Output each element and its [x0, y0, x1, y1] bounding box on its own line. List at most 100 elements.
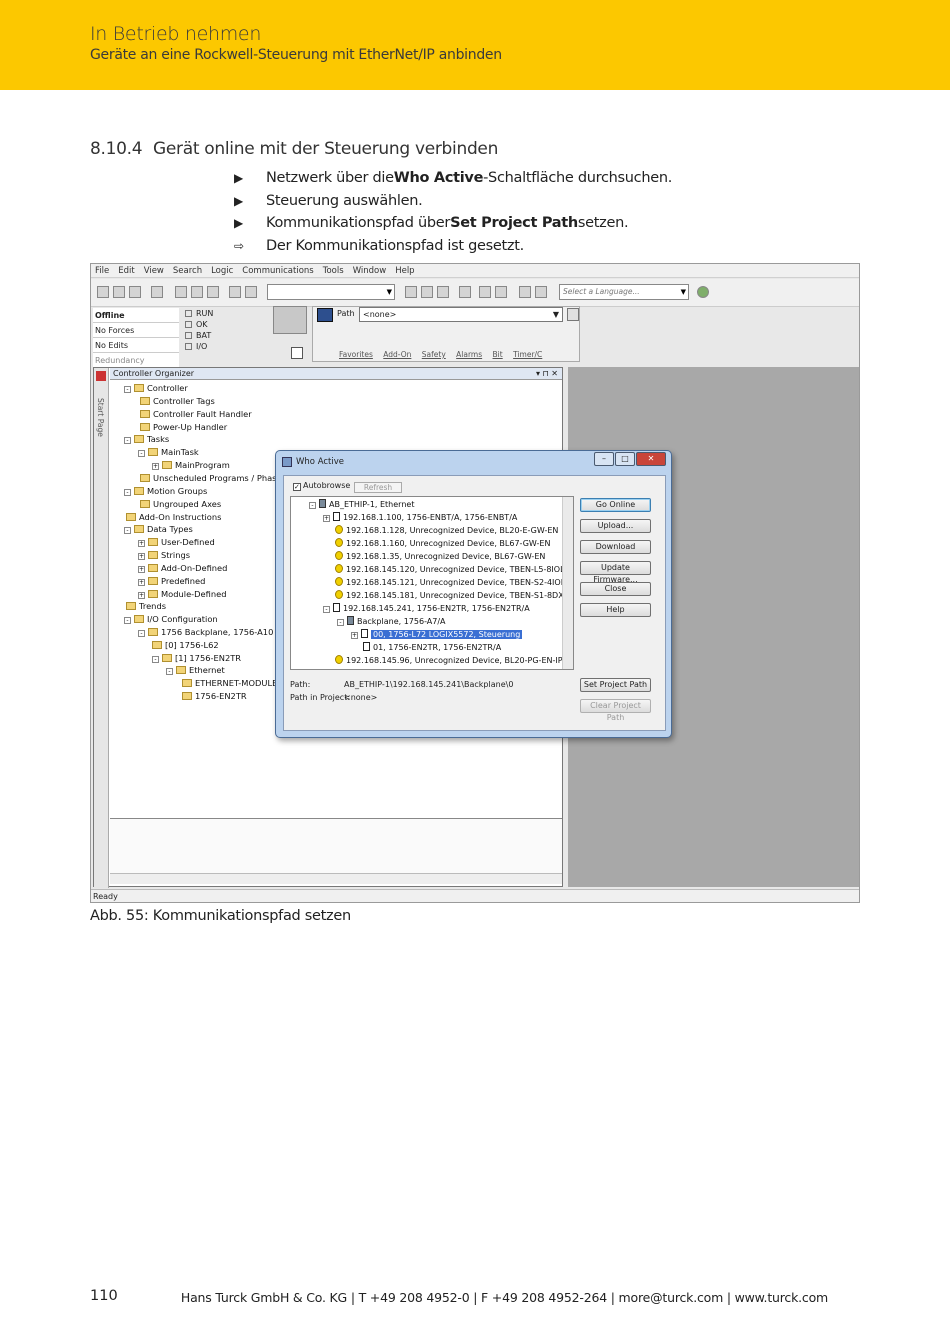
network-tree-item[interactable]: 192.168.145.96, Unrecognized Device, BL2…: [335, 655, 563, 667]
tree-item[interactable]: Power-Up Handler: [140, 421, 227, 433]
network-tree-item[interactable]: 192.168.1.35, Unrecognized Device, BL67-…: [335, 551, 545, 563]
offline-status[interactable]: Offline: [93, 308, 179, 323]
redo-icon[interactable]: [245, 286, 257, 298]
zoom-out-icon[interactable]: [535, 286, 547, 298]
tree-item[interactable]: - Data Types: [124, 523, 193, 535]
who-active-icon[interactable]: [459, 286, 471, 298]
expand-icon[interactable]: +: [323, 515, 330, 522]
browse-icon[interactable]: [437, 286, 449, 298]
menu-window[interactable]: Window: [353, 264, 387, 277]
autobrowse-checkbox[interactable]: ✓ Autobrowse: [293, 481, 350, 491]
tab-favorites[interactable]: Favorites: [339, 350, 373, 359]
collapse-icon[interactable]: -: [124, 617, 131, 624]
find-next-icon[interactable]: [421, 286, 433, 298]
collapse-icon[interactable]: -: [309, 502, 316, 509]
menu-file[interactable]: File: [95, 264, 109, 277]
tree-item[interactable]: [0] 1756-L62: [152, 639, 219, 651]
collapse-icon[interactable]: -: [124, 489, 131, 496]
tree-item[interactable]: + User-Defined: [138, 536, 215, 548]
help-button[interactable]: Help: [580, 603, 651, 617]
collapse-icon[interactable]: -: [124, 386, 131, 393]
tree-item[interactable]: - Controller: [124, 382, 188, 394]
open-icon[interactable]: [113, 286, 125, 298]
tree-item[interactable]: - Motion Groups: [124, 485, 207, 497]
network-tree-item[interactable]: 192.168.1.160, Unrecognized Device, BL67…: [335, 538, 550, 550]
expand-icon[interactable]: +: [138, 566, 145, 573]
set-project-path-button[interactable]: Set Project Path: [580, 678, 651, 692]
tree-item[interactable]: + Add-On-Defined: [138, 562, 227, 574]
menu-search[interactable]: Search: [173, 264, 202, 277]
tree-item[interactable]: + Strings: [138, 549, 190, 561]
tree-item[interactable]: Controller Fault Handler: [140, 408, 252, 420]
network-tree-item[interactable]: +192.168.1.100, 1756-ENBT/A, 1756-ENBT/A: [323, 512, 517, 524]
collapse-icon[interactable]: -: [337, 619, 344, 626]
search-combo[interactable]: ▼: [267, 284, 395, 300]
close-button[interactable]: Close: [580, 582, 651, 596]
network-tree-item[interactable]: 192.168.145.181, Unrecognized Device, TB…: [335, 590, 569, 602]
network-tree-item[interactable]: 192.168.145.121, Unrecognized Device, TB…: [335, 577, 565, 589]
tree-item[interactable]: ETHERNET-MODULE: [182, 677, 277, 689]
tree-item[interactable]: - Tasks: [124, 433, 169, 445]
expand-icon[interactable]: +: [138, 592, 145, 599]
update-firmware-button[interactable]: Update Firmware...: [580, 561, 651, 584]
tree-item[interactable]: + MainProgram: [152, 459, 230, 471]
maximize-icon[interactable]: □: [615, 452, 635, 466]
go-online-button[interactable]: Go Online: [580, 498, 651, 512]
collapse-icon[interactable]: -: [138, 630, 145, 637]
globe-icon[interactable]: [697, 286, 709, 298]
dialog-close-icon[interactable]: ✕: [636, 452, 666, 466]
cut-icon[interactable]: [175, 286, 187, 298]
properties-icon[interactable]: [495, 286, 507, 298]
network-icon[interactable]: [317, 308, 333, 322]
tab-add-on[interactable]: Add-On: [383, 350, 411, 359]
tree-item[interactable]: Ungrouped Axes: [140, 498, 221, 510]
tree-item[interactable]: Trends: [126, 600, 166, 612]
print-icon[interactable]: [151, 286, 163, 298]
close-icon[interactable]: [96, 371, 106, 381]
tree-item[interactable]: Unscheduled Programs / Phases: [140, 472, 286, 484]
tree-item[interactable]: + Predefined: [138, 575, 205, 587]
network-tree-item[interactable]: - Backplane, 1756-A7/A: [337, 616, 446, 628]
network-tree-item[interactable]: - 192.168.145.241, 1756-EN2TR, 1756-EN2TR…: [323, 603, 530, 615]
pin-close-icon[interactable]: ▾ ⊓ ✕: [536, 368, 558, 380]
collapse-icon[interactable]: -: [323, 606, 330, 613]
menu-view[interactable]: View: [144, 264, 164, 277]
menu-help[interactable]: Help: [395, 264, 414, 277]
network-tree-item[interactable]: 01, 1756-EN2TR, 1756-EN2TR/A: [363, 642, 501, 654]
expand-icon[interactable]: +: [138, 540, 145, 547]
tab-timer[interactable]: Timer/C: [513, 350, 542, 359]
start-page-sidebar[interactable]: Start Page: [94, 368, 109, 888]
tab-alarms[interactable]: Alarms: [456, 350, 482, 359]
menu-tools[interactable]: Tools: [323, 264, 344, 277]
tab-safety[interactable]: Safety: [422, 350, 446, 359]
menu-logic[interactable]: Logic: [211, 264, 233, 277]
menu-edit[interactable]: Edit: [118, 264, 134, 277]
download-button[interactable]: Download: [580, 540, 651, 554]
key-switch-icon[interactable]: [291, 347, 303, 359]
network-tree-item[interactable]: +00, 1756-L72 LOGIX5572, Steuerung: [351, 629, 523, 641]
tree-item[interactable]: - [1] 1756-EN2TR: [152, 652, 241, 664]
find-icon[interactable]: [405, 286, 417, 298]
tree-item[interactable]: 1756-EN2TR: [182, 690, 247, 702]
tree-item[interactable]: - I/O Configuration: [124, 613, 218, 625]
tree-scrollbar[interactable]: [562, 497, 573, 669]
collapse-icon[interactable]: -: [138, 450, 145, 457]
undo-icon[interactable]: [229, 286, 241, 298]
tree-item[interactable]: Controller Tags: [140, 395, 215, 407]
upload-button[interactable]: Upload...: [580, 519, 651, 533]
tree-item[interactable]: - Ethernet: [166, 664, 225, 676]
expand-icon[interactable]: +: [351, 632, 358, 639]
tree-item[interactable]: Add-On Instructions: [126, 511, 221, 523]
zoom-in-icon[interactable]: [519, 286, 531, 298]
tree-item[interactable]: + Module-Defined: [138, 588, 227, 600]
expand-icon[interactable]: +: [138, 579, 145, 586]
tree-item[interactable]: - MainTask: [138, 446, 199, 458]
path-browse-icon[interactable]: [567, 308, 579, 321]
verify-icon[interactable]: [479, 286, 491, 298]
language-select[interactable]: Select a Language... ▼: [559, 284, 689, 300]
tree-item[interactable]: - 1756 Backplane, 1756-A10: [138, 626, 273, 638]
minimize-icon[interactable]: –: [594, 452, 614, 466]
copy-icon[interactable]: [191, 286, 203, 298]
tab-bit[interactable]: Bit: [493, 350, 503, 359]
collapse-icon[interactable]: -: [124, 437, 131, 444]
